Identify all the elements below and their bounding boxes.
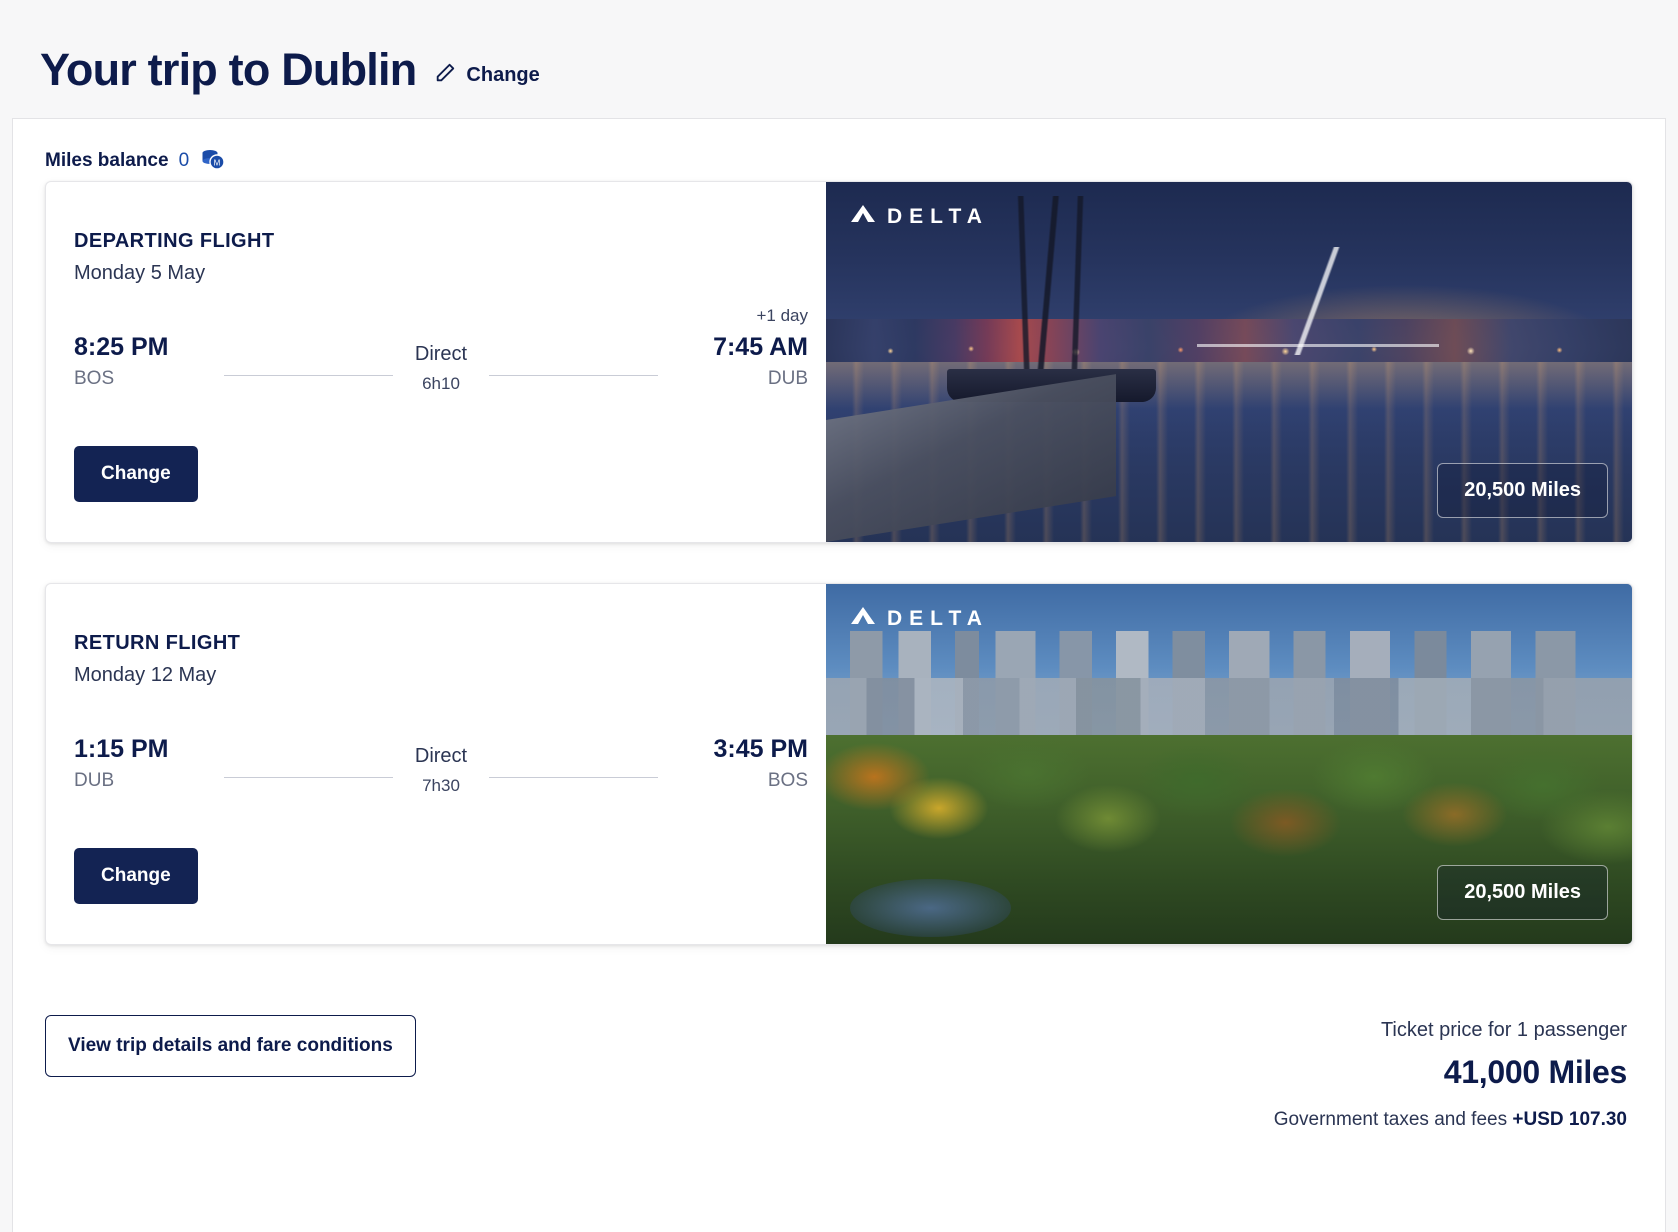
departing-duration: 6h10 xyxy=(422,374,460,393)
view-trip-details-button[interactable]: View trip details and fare conditions xyxy=(45,1015,416,1077)
miles-balance: Miles balance 0 M xyxy=(13,119,1665,181)
change-trip-label: Change xyxy=(466,63,540,86)
departing-stops-block: Direct 6h10 xyxy=(393,343,489,394)
return-flight-details: RETURN FLIGHT Monday 12 May 1:15 PM DUB … xyxy=(46,584,826,944)
return-stops: Direct xyxy=(414,745,468,767)
dublin-bridge-span xyxy=(1196,344,1439,347)
departing-flight-image: DELTA 20,500 Miles xyxy=(826,182,1632,542)
return-date: Monday 12 May xyxy=(74,664,217,686)
delta-logo-departing: DELTA xyxy=(850,204,989,229)
price-caption: Ticket price for 1 passenger xyxy=(1380,1019,1627,1041)
price-taxes-value: +USD 107.30 xyxy=(1512,1109,1627,1130)
trip-panel: Miles balance 0 M DEPARTING FLIGHT Monda… xyxy=(12,118,1666,1232)
return-arrival-time: 3:45 PM xyxy=(713,735,808,763)
delta-logo-return: DELTA xyxy=(850,606,989,631)
price-summary: Ticket price for 1 passenger 41,000 Mile… xyxy=(1274,1015,1628,1131)
miles-balance-label: Miles balance xyxy=(45,150,169,171)
change-return-flight-button[interactable]: Change xyxy=(74,848,198,904)
departing-origin: 8:25 PM BOS xyxy=(74,333,224,390)
trip-footer: View trip details and fare conditions Ti… xyxy=(13,945,1665,1131)
departing-airport-code: BOS xyxy=(74,367,115,389)
pencil-icon xyxy=(434,62,456,89)
delta-triangle-icon xyxy=(850,606,876,631)
return-time: 1:15 PM xyxy=(74,735,169,763)
departing-stops: Direct xyxy=(414,343,468,365)
departing-time: 8:25 PM xyxy=(74,333,169,361)
return-arrival-code: BOS xyxy=(767,769,808,791)
departing-route: 8:25 PM BOS Direct 6h10 +1 day 7:45 AM D… xyxy=(74,306,826,394)
return-flight-image: DELTA 20,500 Miles xyxy=(826,584,1632,944)
price-taxes: Government taxes and fees +USD 107.30 xyxy=(1274,1109,1627,1131)
return-miles-badge[interactable]: 20,500 Miles xyxy=(1437,865,1608,920)
boston-public-garden-pond xyxy=(850,879,1012,937)
return-flight-card: RETURN FLIGHT Monday 12 May 1:15 PM DUB … xyxy=(45,583,1633,945)
route-line-right xyxy=(489,375,658,376)
departing-segment-label: DEPARTING FLIGHT xyxy=(74,230,275,252)
change-trip-link[interactable]: Change xyxy=(434,62,540,89)
change-departing-flight-button[interactable]: Change xyxy=(74,446,198,502)
departing-miles-badge[interactable]: 20,500 Miles xyxy=(1437,463,1608,518)
svg-text:M: M xyxy=(214,158,221,167)
return-segment-label: RETURN FLIGHT xyxy=(74,632,241,654)
return-origin: 1:15 PM DUB xyxy=(74,735,224,792)
route-line-left xyxy=(224,777,393,778)
route-line-left xyxy=(224,375,393,376)
return-route: 1:15 PM DUB Direct 7h30 3:45 PM BOS xyxy=(74,735,826,796)
miles-balance-value: 0 xyxy=(178,150,190,171)
delta-triangle-icon xyxy=(850,204,876,229)
departing-destination: +1 day 7:45 AM DUB xyxy=(658,306,808,390)
departing-arrival-code: DUB xyxy=(767,367,808,389)
return-route-middle: Direct 7h30 xyxy=(224,735,658,796)
route-line-right xyxy=(489,777,658,778)
return-airport-code: DUB xyxy=(74,769,115,791)
return-destination: 3:45 PM BOS xyxy=(658,735,808,792)
delta-wordmark-departing: DELTA xyxy=(887,204,989,228)
page-header: Your trip to Dublin Change xyxy=(0,0,1678,118)
dublin-tall-ship-masts xyxy=(963,196,1141,384)
delta-wordmark-return: DELTA xyxy=(887,606,989,630)
departing-arrival-time: 7:45 AM xyxy=(713,333,808,361)
return-duration: 7h30 xyxy=(422,776,460,795)
price-taxes-label: Government taxes and fees xyxy=(1273,1109,1508,1130)
price-total: 41,000 Miles xyxy=(1443,1054,1628,1090)
departing-date: Monday 5 May xyxy=(74,262,206,284)
departing-flight-details: DEPARTING FLIGHT Monday 5 May 8:25 PM BO… xyxy=(46,182,826,542)
miles-coin-icon: M xyxy=(197,146,227,177)
departing-route-middle: Direct 6h10 xyxy=(224,333,658,394)
page-title: Your trip to Dublin xyxy=(40,44,417,96)
departing-flight-card: DEPARTING FLIGHT Monday 5 May 8:25 PM BO… xyxy=(45,181,1633,543)
departing-day-offset: +1 day xyxy=(756,306,808,325)
dublin-harp-bridge xyxy=(1229,246,1407,355)
return-stops-block: Direct 7h30 xyxy=(393,745,489,796)
